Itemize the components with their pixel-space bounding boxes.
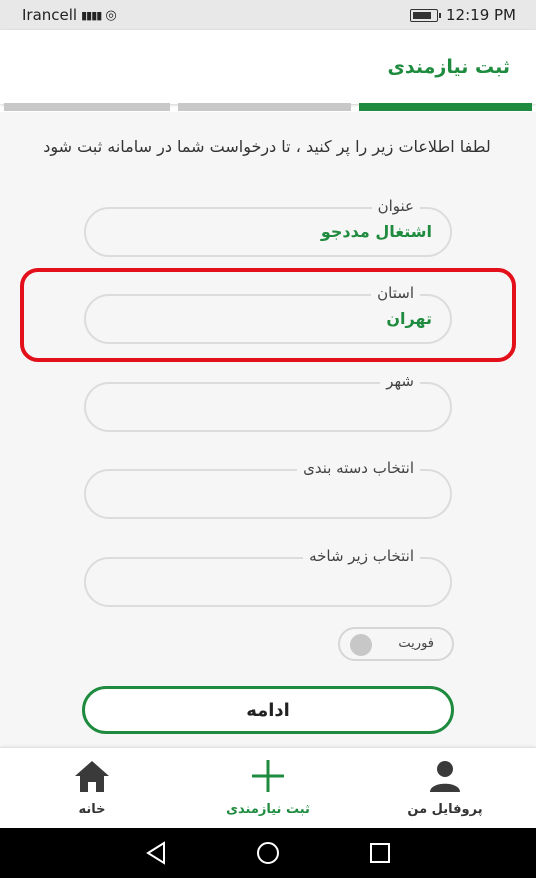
hotspot-icon: ◎: [105, 7, 117, 23]
signal-icon: ▮▮▮▮: [81, 8, 102, 22]
recents-icon[interactable]: [365, 838, 395, 868]
nav-label-register-need: ثبت نیازمندی: [226, 802, 310, 817]
nav-label-home: خانه: [78, 802, 106, 817]
category-field[interactable]: انتخاب دسته بندی: [84, 459, 452, 519]
home-button-icon[interactable]: [253, 838, 283, 868]
status-bar: Irancell ▮▮▮▮ ◎ 12:19 PM: [0, 0, 536, 30]
status-left: Irancell ▮▮▮▮ ◎: [22, 6, 117, 24]
battery-icon: [410, 8, 442, 22]
nav-item-register-need[interactable]: ثبت نیازمندی: [203, 748, 333, 828]
plus-icon: [250, 758, 286, 794]
page-title: ثبت نیازمندی: [387, 56, 511, 78]
status-time: 12:19 PM: [446, 6, 516, 24]
status-right: 12:19 PM: [410, 6, 516, 24]
city-field[interactable]: شهر: [84, 372, 452, 432]
title-field[interactable]: عنوان اشتغال مددجو: [84, 197, 452, 257]
system-nav-bar: [0, 828, 536, 878]
urgent-toggle[interactable]: فوریت: [338, 627, 454, 661]
person-icon: [428, 758, 462, 794]
carrier-name: Irancell: [22, 6, 78, 24]
nav-item-home[interactable]: خانه: [27, 748, 157, 828]
title-field-value: اشتغال مددجو: [320, 222, 432, 241]
form-area: لطفا اطلاعات زیر را پر کنید ، تا درخواست…: [0, 112, 536, 748]
province-highlight-box: [20, 268, 516, 362]
continue-button[interactable]: ادامه: [82, 686, 454, 734]
nav-label-profile: پروفایل من: [407, 802, 483, 817]
urgent-toggle-label: فوریت: [398, 636, 434, 651]
subcategory-field[interactable]: انتخاب زیر شاخه: [84, 547, 452, 607]
step-indicator: [0, 103, 536, 112]
app-bar: ثبت نیازمندی: [0, 30, 536, 104]
title-field-label: عنوان: [371, 197, 420, 215]
nav-item-profile[interactable]: پروفایل من: [380, 748, 510, 828]
toggle-knob: [350, 634, 372, 656]
step-3: [359, 103, 532, 111]
back-icon[interactable]: [142, 838, 172, 868]
home-icon: [73, 758, 111, 794]
subcategory-field-label: انتخاب زیر شاخه: [303, 547, 420, 565]
step-2: [178, 103, 351, 111]
bottom-nav: پروفایل من ثبت نیازمندی خانه: [0, 748, 536, 828]
intro-text: لطفا اطلاعات زیر را پر کنید ، تا درخواست…: [43, 137, 491, 156]
city-field-label: شهر: [380, 372, 420, 390]
category-field-label: انتخاب دسته بندی: [297, 459, 420, 477]
step-1: [4, 103, 170, 111]
